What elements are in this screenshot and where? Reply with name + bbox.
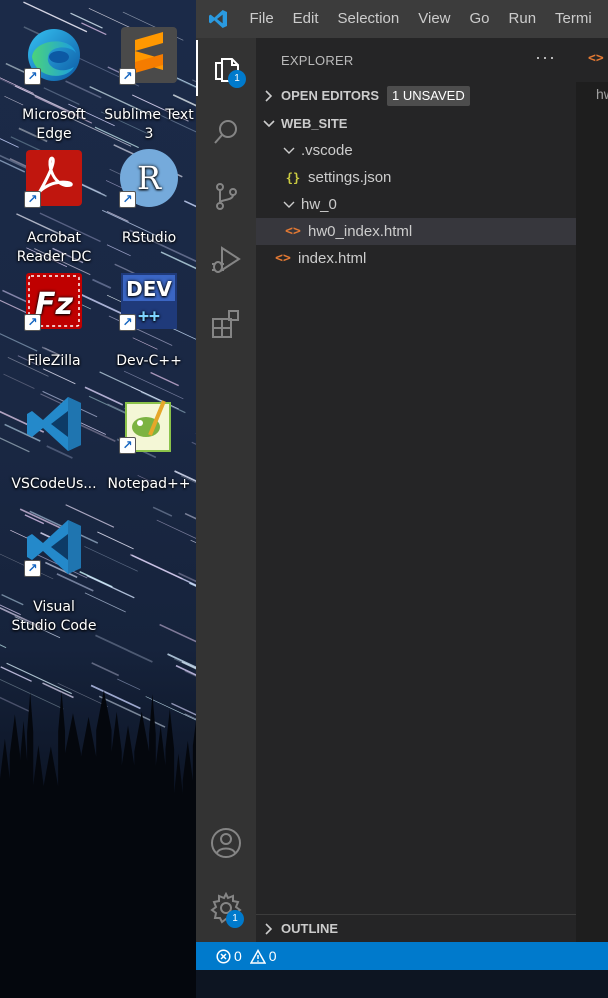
- vscode-icon: [24, 394, 84, 454]
- shortcut-arrow-icon: ↗: [119, 68, 136, 85]
- svg-text:DEV: DEV: [126, 277, 172, 301]
- tree-item-label: settings.json: [308, 169, 392, 186]
- sublime-icon: ↗: [119, 25, 179, 85]
- desktop-icon-label: VSCodeUs...: [11, 476, 97, 492]
- shortcut-arrow-icon: ↗: [24, 560, 41, 577]
- tree-file-settings-json[interactable]: {} settings.json: [256, 164, 576, 191]
- chevron-down-icon: [281, 143, 297, 159]
- rstudio-icon: R ↗: [119, 148, 179, 208]
- run-debug-icon: [212, 246, 241, 273]
- desktop-icon-vscode-user[interactable]: VSCodeUs...: [6, 375, 102, 513]
- editor-area: <> hw: [576, 38, 608, 942]
- workspace-label: WEB_SITE: [281, 116, 348, 131]
- vscode-logo-icon: [196, 0, 240, 38]
- workspace-section[interactable]: WEB_SITE: [256, 110, 576, 137]
- open-editors-label: OPEN EDITORS: [281, 88, 380, 103]
- settings-badge: 1: [226, 910, 244, 928]
- notepadpp-icon: ↗: [119, 394, 179, 454]
- menu-edit[interactable]: Edit: [283, 0, 328, 38]
- tree-folder-hw0[interactable]: hw_0: [256, 191, 576, 218]
- shortcut-arrow-icon: ↗: [119, 191, 136, 208]
- shortcut-arrow-icon: ↗: [119, 437, 136, 454]
- chevron-down-icon: [281, 197, 297, 213]
- vscode-icon: ↗: [24, 517, 84, 577]
- menu-selection[interactable]: Selection: [328, 0, 409, 38]
- shortcut-arrow-icon: ↗: [24, 68, 41, 85]
- tree-file-index-html[interactable]: <> index.html: [256, 245, 576, 272]
- more-actions-icon[interactable]: ···: [535, 47, 556, 68]
- menu-go[interactable]: Go: [460, 0, 499, 38]
- tree-folder-vscode[interactable]: .vscode: [256, 137, 576, 164]
- html-file-icon: <>: [285, 224, 301, 239]
- activity-bar: 1 1: [196, 38, 256, 942]
- desktop: ↗ Microsoft Edge ↗ Sublime Text 3 ↗ Acro…: [0, 0, 196, 998]
- tree-item-label: hw_0: [301, 196, 337, 213]
- desktop-icon-vscode[interactable]: ↗ Visual Studio Code: [6, 498, 102, 655]
- unsaved-badge: 1 UNSAVED: [387, 85, 470, 106]
- problems-indicator[interactable]: 0: [216, 948, 242, 964]
- shortcut-arrow-icon: ↗: [24, 314, 41, 331]
- error-count: 0: [234, 948, 242, 964]
- search-icon: [214, 120, 237, 144]
- error-icon: [216, 948, 231, 964]
- explorer-header: EXPLORER ···: [256, 38, 576, 82]
- json-file-icon: {}: [285, 170, 301, 185]
- explorer-title: EXPLORER: [281, 52, 354, 68]
- activity-explorer[interactable]: 1: [196, 40, 256, 96]
- devcpp-icon: DEV ++ ↗: [119, 271, 179, 331]
- account-icon: [211, 828, 241, 858]
- menu-terminal[interactable]: Termi: [546, 0, 602, 38]
- desktop-icon-label: Dev-C++: [116, 353, 182, 369]
- breadcrumb[interactable]: hw: [596, 86, 608, 102]
- svg-text:R: R: [137, 159, 162, 197]
- shortcut-arrow-icon: ↗: [24, 191, 41, 208]
- menu-view[interactable]: View: [409, 0, 460, 38]
- warning-count: 0: [268, 948, 277, 964]
- taskbar-edge: [196, 970, 608, 998]
- activity-extensions[interactable]: [196, 296, 256, 352]
- chevron-down-icon: [261, 116, 277, 132]
- activity-search[interactable]: [196, 104, 256, 160]
- vscode-window: File Edit Selection View Go Run Termi 1: [196, 0, 608, 998]
- filezilla-icon: Fz ↗: [24, 271, 84, 331]
- tree-file-hw0-index-html[interactable]: <> hw0_index.html: [256, 218, 576, 245]
- edge-icon: ↗: [24, 25, 84, 85]
- activity-manage[interactable]: 1: [196, 880, 256, 936]
- chevron-right-icon: [261, 921, 277, 937]
- desktop-icon-devcpp[interactable]: DEV ++ ↗ Dev-C++: [101, 252, 196, 390]
- desktop-icon-label: Notepad++: [107, 476, 191, 492]
- html-file-icon: <>: [588, 51, 604, 66]
- outline-label: OUTLINE: [281, 921, 339, 936]
- tree-item-label: hw0_index.html: [308, 223, 413, 240]
- outline-section[interactable]: OUTLINE: [256, 914, 576, 942]
- explorer-badge: 1: [228, 70, 246, 88]
- html-file-icon: <>: [275, 251, 291, 266]
- desktop-icon-label: Visual Studio Code: [11, 599, 97, 634]
- desktop-icon-label: FileZilla: [27, 353, 81, 369]
- activity-source-control[interactable]: [196, 168, 256, 224]
- tree-item-label: index.html: [298, 250, 367, 267]
- desktop-icon-label: RStudio: [121, 230, 177, 246]
- chevron-right-icon: [261, 88, 277, 104]
- editor-tab[interactable]: <>: [576, 38, 608, 82]
- acrobat-icon: ↗: [24, 148, 84, 208]
- explorer-sidebar: EXPLORER ··· OPEN EDITORS 1 UNSAVED WEB_…: [256, 38, 576, 942]
- menu-run[interactable]: Run: [499, 0, 546, 38]
- extensions-icon: [212, 310, 239, 338]
- desktop-icon-rstudio[interactable]: R ↗ RStudio: [101, 129, 196, 267]
- activity-run-debug[interactable]: [196, 232, 256, 288]
- tree-item-label: .vscode: [301, 142, 353, 159]
- shortcut-arrow-icon: ↗: [119, 314, 136, 331]
- open-editors-section[interactable]: OPEN EDITORS 1 UNSAVED: [256, 82, 576, 109]
- desktop-icon-filezilla[interactable]: Fz ↗ FileZilla: [6, 252, 102, 390]
- menu-file[interactable]: File: [240, 0, 283, 38]
- desktop-icon-notepadpp[interactable]: ↗ Notepad++: [101, 375, 196, 513]
- warning-icon: [249, 948, 266, 964]
- warnings-indicator[interactable]: 0: [249, 948, 277, 964]
- title-bar: File Edit Selection View Go Run Termi: [196, 0, 608, 38]
- svg-text:++: ++: [138, 306, 160, 327]
- status-bar: 0 0: [196, 942, 608, 970]
- activity-accounts[interactable]: [196, 815, 256, 871]
- source-control-icon: [216, 183, 237, 210]
